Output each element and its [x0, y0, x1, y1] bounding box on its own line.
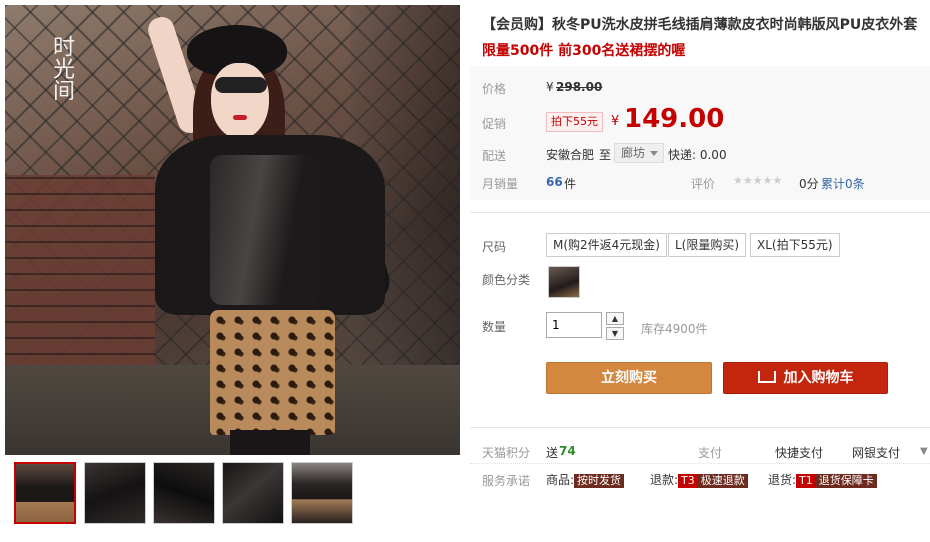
- payment-label: 支付: [698, 446, 723, 460]
- model-lips: [233, 115, 247, 120]
- add-to-cart-button[interactable]: 加入购物车: [723, 362, 888, 394]
- cart-icon: [757, 371, 776, 383]
- leopard-skirt: [210, 310, 335, 435]
- monthly-sales-unit: 件: [564, 177, 577, 191]
- original-price-currency: ¥: [546, 80, 554, 94]
- size-option-xl[interactable]: XL(拍下55元): [750, 233, 840, 257]
- model-face: [211, 63, 269, 139]
- promo-tag: 拍下55元: [546, 112, 603, 132]
- size-option-l[interactable]: L(限量购买): [668, 233, 747, 257]
- service-goods: 商品: 按时发货: [546, 471, 625, 488]
- delivery-label: 配送: [482, 149, 507, 163]
- chevron-down-icon: [650, 151, 659, 156]
- original-price: 298.00: [556, 80, 603, 94]
- shipping-fee: 快递: 0.00: [668, 148, 727, 162]
- service-goods-tag[interactable]: 按时发货: [574, 474, 625, 488]
- review-count-link[interactable]: 累计0条: [821, 175, 865, 192]
- price-label: 价格: [482, 82, 507, 96]
- quantity-increase-button[interactable]: ▲: [606, 312, 624, 325]
- service-goods-prefix: 商品:: [546, 473, 575, 487]
- main-product-image[interactable]: 时光间: [5, 5, 460, 455]
- service-return: 退货: T1 退货保障卡: [768, 471, 877, 488]
- rating-score: 0分: [799, 177, 819, 191]
- divider: [470, 212, 930, 213]
- delivery-origin: 安徽合肥: [546, 148, 595, 162]
- points-label: 天猫积分: [482, 446, 531, 460]
- service-refund-code: T3: [678, 474, 698, 488]
- thumbnail-5[interactable]: [291, 462, 353, 524]
- size-label: 尺码: [482, 240, 507, 254]
- promo-currency: ¥: [611, 114, 620, 129]
- service-label: 服务承诺: [482, 474, 531, 488]
- color-label: 颜色分类: [482, 273, 531, 287]
- service-return-code: T1: [796, 474, 816, 488]
- brand-stamp-text: 时光间: [49, 35, 74, 101]
- points-prefix: 送: [546, 446, 559, 460]
- payment-option-quick: 快捷支付: [775, 446, 824, 460]
- thumbnail-4[interactable]: [222, 462, 284, 524]
- thumbnail-strip: [5, 462, 460, 532]
- service-refund-tag[interactable]: 极速退款: [697, 474, 748, 488]
- divider: [470, 427, 930, 428]
- monthly-sales-label: 月销量: [482, 177, 519, 191]
- rating-stars-icon: ★★★★★: [733, 174, 783, 187]
- model-legs: [230, 430, 310, 455]
- quantity-label: 数量: [482, 320, 507, 334]
- buy-now-label: 立刻购买: [601, 370, 657, 386]
- destination-value: 廊坊: [621, 146, 646, 160]
- service-refund: 退款: T3 极速退款: [650, 471, 748, 488]
- delivery-to: 至: [599, 148, 612, 162]
- brick-wall: [5, 175, 155, 385]
- thumbnail-3[interactable]: [153, 462, 215, 524]
- thumbnail-2[interactable]: [84, 462, 146, 524]
- size-option-m[interactable]: M(购2件返4元现金): [546, 233, 667, 257]
- product-subtitle: 限量500件 前300名送裙摆的喔: [482, 43, 686, 59]
- quantity-decrease-button[interactable]: ▼: [606, 327, 624, 340]
- add-to-cart-label: 加入购物车: [783, 370, 854, 386]
- color-option-swatch[interactable]: [548, 266, 580, 298]
- jacket-front: [210, 155, 320, 305]
- product-title: 【会员购】秋冬PU洗水皮拼毛线插肩薄款皮衣时尚韩版风PU皮衣外套: [482, 17, 918, 33]
- promo-price: 149.00: [624, 104, 725, 134]
- promo-label: 促销: [482, 117, 507, 131]
- model-sunglasses: [215, 77, 267, 93]
- brand-stamp-logo: 时光间: [41, 35, 81, 115]
- quantity-input[interactable]: [546, 312, 602, 338]
- service-return-prefix: 退货:: [768, 473, 797, 487]
- dotted-divider: [470, 463, 930, 464]
- rating-label: 评价: [691, 177, 716, 191]
- buy-now-button[interactable]: 立刻购买: [546, 362, 712, 394]
- expand-arrow-icon[interactable]: ▼: [920, 446, 928, 457]
- points-value: 74: [559, 444, 576, 458]
- stock-count: 库存4900件: [641, 322, 708, 336]
- payment-option-bank: 网银支付: [852, 446, 901, 460]
- thumbnail-1[interactable]: [14, 462, 76, 524]
- monthly-sales-count: 66: [546, 175, 563, 189]
- service-return-tag[interactable]: 退货保障卡: [815, 474, 877, 488]
- service-refund-prefix: 退款:: [650, 473, 679, 487]
- destination-select[interactable]: 廊坊: [614, 143, 665, 163]
